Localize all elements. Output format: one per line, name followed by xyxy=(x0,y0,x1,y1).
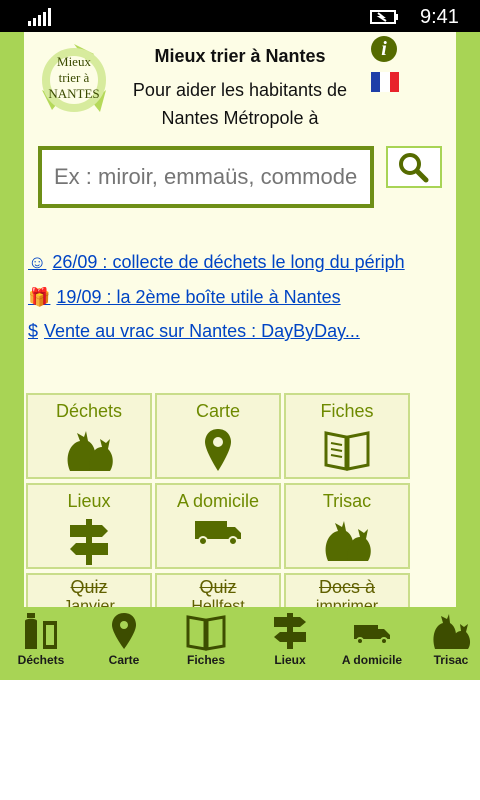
svg-text:Mieux: Mieux xyxy=(57,54,91,69)
appbar-a-domicile[interactable]: A domicile xyxy=(334,611,410,667)
tile-lieux[interactable]: Lieux xyxy=(26,483,152,569)
map-pin-icon xyxy=(205,429,231,471)
tile-trisac[interactable]: Trisac xyxy=(284,483,410,569)
signpost-icon xyxy=(274,613,306,649)
truck-icon xyxy=(354,625,390,645)
bottles-icon xyxy=(25,613,57,649)
app-container: Mieux trier à NANTES Mieux trier à Nante… xyxy=(0,32,480,680)
tile-fiches[interactable]: Fiches xyxy=(284,393,410,479)
svg-text:trier à: trier à xyxy=(59,70,90,85)
appbar-dechets[interactable]: Déchets xyxy=(10,611,72,667)
news-link[interactable]: ☺ 26/09 : collecte de déchets le long du … xyxy=(28,252,452,273)
smiley-icon: ☺ xyxy=(28,252,47,272)
main-panel: Mieux trier à NANTES Mieux trier à Nante… xyxy=(24,32,456,680)
map-pin-icon xyxy=(112,613,136,649)
search-icon xyxy=(399,153,429,183)
appbar-trisac[interactable]: Trisac xyxy=(426,611,476,667)
news-link[interactable]: 🎁 19/09 : la 2ème boîte utile à Nantes xyxy=(28,287,452,308)
tile-dechets[interactable]: Déchets xyxy=(26,393,152,479)
search-button[interactable] xyxy=(386,146,442,188)
page-title: Mieux trier à Nantes xyxy=(154,46,326,66)
status-bar: 9:41 xyxy=(0,0,480,32)
dollar-icon: $ xyxy=(28,321,39,341)
tile-a-domicile[interactable]: A domicile xyxy=(155,483,281,569)
appbar-carte[interactable]: Carte xyxy=(96,611,152,667)
battery-charging-icon xyxy=(370,10,398,24)
trash-bags-icon xyxy=(433,614,471,649)
clock: 9:41 xyxy=(420,6,459,28)
trash-bags-icon xyxy=(67,431,113,471)
gift-icon: 🎁 xyxy=(28,287,51,307)
appbar-fiches[interactable]: Fiches xyxy=(178,611,234,667)
book-icon xyxy=(324,431,370,471)
signpost-icon xyxy=(70,519,108,565)
book-icon xyxy=(186,615,226,651)
search-input[interactable] xyxy=(38,146,374,208)
news-link[interactable]: $ Vente au vrac sur Nantes : DayByDay... xyxy=(28,321,452,342)
svg-text:NANTES: NANTES xyxy=(48,86,99,101)
french-flag-icon[interactable] xyxy=(371,72,399,92)
signal-icon xyxy=(28,8,52,26)
tile-carte[interactable]: Carte xyxy=(155,393,281,479)
appbar-lieux[interactable]: Lieux xyxy=(262,611,318,667)
truck-icon xyxy=(195,521,241,546)
page-subtitle: Pour aider les habitants de Nantes Métro… xyxy=(132,80,348,128)
app-logo: Mieux trier à NANTES xyxy=(42,44,106,112)
info-icon[interactable]: i xyxy=(371,36,397,62)
trash-bags-icon xyxy=(325,521,371,561)
app-bar: Déchets Carte Fiches Lieux A domicile Tr… xyxy=(0,607,480,680)
